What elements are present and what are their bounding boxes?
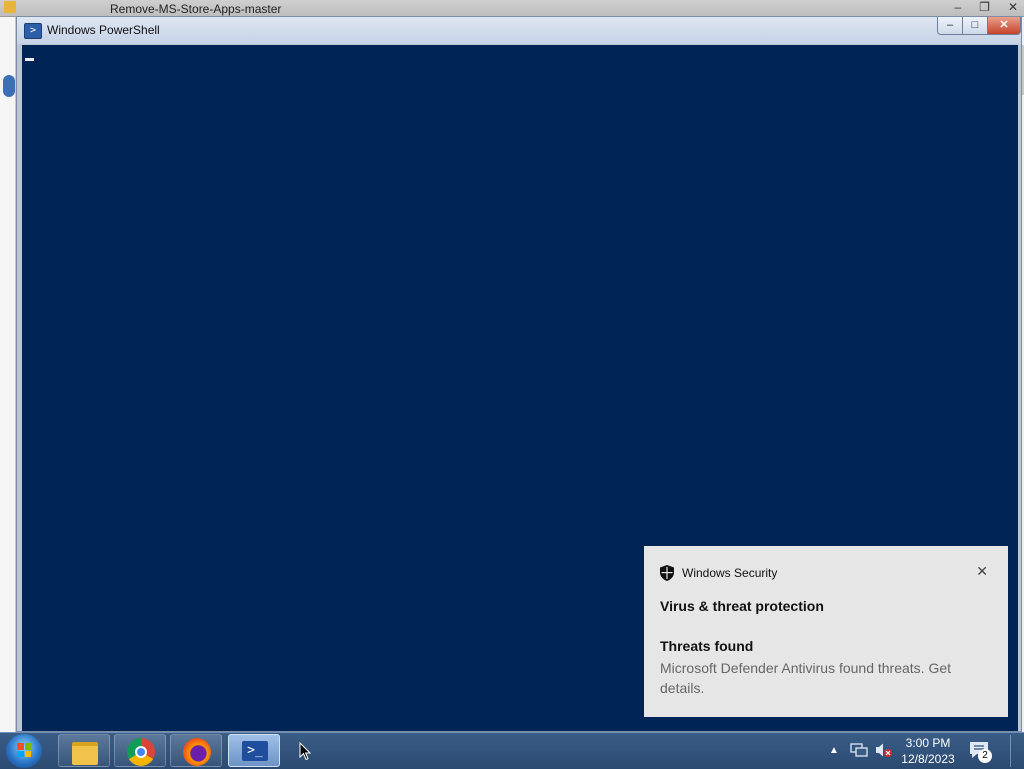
background-window-left-pane: [0, 17, 16, 735]
start-button[interactable]: [6, 734, 42, 768]
toast-body: Microsoft Defender Antivirus found threa…: [660, 660, 952, 696]
powershell-icon[interactable]: >: [24, 23, 42, 39]
globe-icon: [3, 75, 15, 97]
background-quick-access-toolbar: [4, 1, 16, 13]
folder-icon: [4, 1, 16, 13]
security-notification-toast[interactable]: Windows Security ✕ Virus & threat protec…: [644, 546, 1008, 717]
background-restore-button[interactable]: ❐: [979, 0, 990, 14]
clock-time: 3:00 PM: [905, 736, 951, 750]
volume-muted-icon[interactable]: [875, 742, 893, 758]
powershell-icon: >_: [242, 741, 268, 761]
text-cursor: [25, 58, 34, 61]
minimize-button[interactable]: –: [937, 17, 963, 35]
background-close-button[interactable]: ✕: [1008, 0, 1018, 14]
toast-heading: Virus & threat protection: [660, 598, 824, 614]
background-window-controls: – ❐ ✕: [954, 0, 1018, 14]
background-window-titlebar[interactable]: Remove-MS-Store-Apps-master – ❐ ✕: [0, 0, 1024, 17]
taskbar-firefox[interactable]: [170, 734, 222, 767]
taskbar: >_ ▲ 3:00 PM 12/8/2023 2: [0, 732, 1024, 769]
notification-count-badge: 2: [978, 749, 992, 763]
network-icon[interactable]: [850, 742, 868, 758]
window-title: Windows PowerShell: [47, 23, 160, 37]
toast-title: Threats found: [660, 638, 754, 654]
show-desktop-button[interactable]: [1010, 735, 1023, 767]
mouse-pointer-icon: [299, 742, 311, 761]
maximize-button[interactable]: □: [962, 17, 988, 35]
toast-header: Windows Security: [660, 565, 777, 581]
shield-icon: [660, 565, 674, 581]
folder-icon: [72, 742, 98, 765]
firefox-icon: [183, 738, 211, 766]
close-icon[interactable]: ✕: [976, 563, 988, 580]
toast-app-name: Windows Security: [682, 566, 778, 580]
windows-logo-icon: [17, 743, 31, 757]
tray-overflow-button[interactable]: ▲: [829, 745, 839, 756]
chrome-icon: [127, 738, 155, 766]
background-window-title: Remove-MS-Store-Apps-master: [110, 2, 282, 16]
close-button[interactable]: ✕: [987, 17, 1021, 35]
background-minimize-button[interactable]: –: [954, 0, 961, 14]
powershell-titlebar[interactable]: > Windows PowerShell: [17, 17, 1021, 44]
taskbar-powershell[interactable]: >_: [228, 734, 280, 767]
system-clock[interactable]: 3:00 PM 12/8/2023: [896, 735, 960, 767]
taskbar-chrome[interactable]: [114, 734, 166, 767]
taskbar-file-explorer[interactable]: [58, 734, 110, 767]
clock-date: 12/8/2023: [901, 752, 955, 766]
